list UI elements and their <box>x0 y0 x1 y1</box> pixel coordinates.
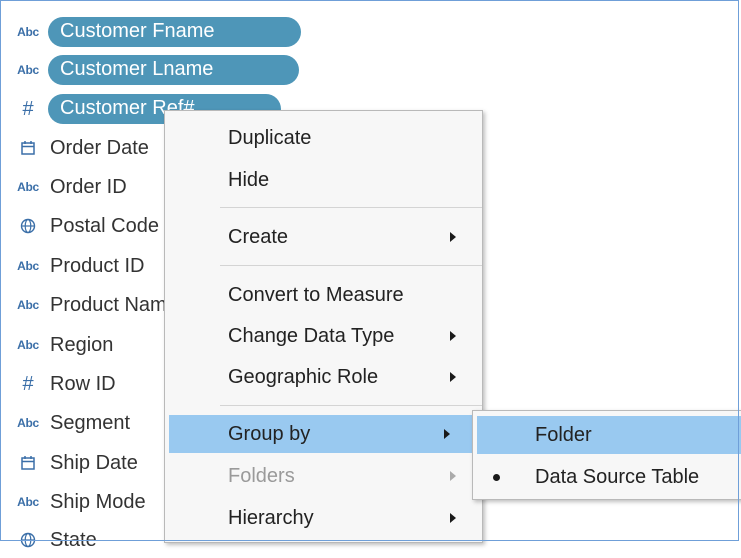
menu-item-hide[interactable]: Hide <box>165 161 482 199</box>
menu-item-geographic-role[interactable]: Geographic Role <box>165 358 482 396</box>
menu-item-change-data-type[interactable]: Change Data Type <box>165 317 482 355</box>
menu-separator <box>220 405 482 406</box>
menu-item-create[interactable]: Create <box>165 218 482 256</box>
menu-item-label: Data Source Table <box>535 465 700 488</box>
string-type-icon: Abc <box>17 25 39 39</box>
field-customer-fname[interactable]: Abc Customer Fname <box>10 14 330 50</box>
menu-item-label: Create <box>228 225 289 248</box>
menu-item-label: Duplicate <box>228 126 312 149</box>
string-type-icon: Abc <box>17 416 39 430</box>
field-label: Segment <box>50 411 131 434</box>
field-label: Customer Lname <box>48 55 300 85</box>
submenu-arrow-icon <box>450 372 456 382</box>
menu-item-label: Change Data Type <box>228 324 395 347</box>
date-type-icon <box>10 455 46 471</box>
submenu-arrow-icon <box>450 513 456 523</box>
field-label: Ship Mode <box>50 490 146 513</box>
menu-item-label: Folders <box>228 464 295 487</box>
group-by-submenu: Folder Data Source Table <box>472 410 741 500</box>
field-label: Order ID <box>50 175 127 198</box>
field-customer-lname[interactable]: Abc Customer Lname <box>10 52 330 88</box>
field-label: Postal Code <box>50 214 159 237</box>
field-label: Product ID <box>50 254 145 277</box>
submenu-arrow-icon <box>444 429 450 439</box>
field-label: Product Name <box>50 293 178 316</box>
string-type-icon: Abc <box>17 63 39 77</box>
string-type-icon: Abc <box>17 259 39 273</box>
field-label: Ship Date <box>50 451 138 474</box>
menu-separator <box>220 207 482 208</box>
selected-bullet-icon <box>493 473 500 481</box>
number-type-icon: # <box>22 97 34 120</box>
string-type-icon: Abc <box>17 180 39 194</box>
submenu-arrow-icon <box>450 471 456 481</box>
field-label: Customer Fname <box>48 17 301 47</box>
globe-icon <box>10 532 46 548</box>
menu-item-label: Geographic Role <box>228 365 379 388</box>
menu-item-duplicate[interactable]: Duplicate <box>165 119 482 157</box>
string-type-icon: Abc <box>17 495 39 509</box>
menu-separator <box>220 265 482 266</box>
submenu-arrow-icon <box>450 331 456 341</box>
menu-item-label: Convert to Measure <box>228 283 404 306</box>
menu-item-convert-to-measure[interactable]: Convert to Measure <box>165 276 482 314</box>
date-type-icon <box>10 140 46 156</box>
string-type-icon: Abc <box>17 298 39 312</box>
globe-icon <box>10 218 46 234</box>
menu-item-group-by[interactable]: Group by <box>169 415 476 453</box>
menu-item-label: Folder <box>535 423 592 446</box>
menu-item-hierarchy[interactable]: Hierarchy <box>165 499 482 537</box>
field-label: Region <box>50 333 114 356</box>
string-type-icon: Abc <box>17 338 39 352</box>
field-context-menu: Duplicate Hide Create Convert to Measure… <box>164 110 483 543</box>
menu-item-folders: Folders <box>165 457 482 495</box>
menu-item-label: Group by <box>228 422 311 445</box>
submenu-item-folder[interactable]: Folder <box>477 416 741 454</box>
field-label: Order Date <box>50 136 149 159</box>
menu-item-label: Hierarchy <box>228 506 314 529</box>
submenu-arrow-icon <box>450 232 456 242</box>
menu-item-label: Hide <box>228 168 270 191</box>
field-label: State <box>50 528 97 551</box>
number-type-icon: # <box>22 372 34 395</box>
submenu-item-data-source-table[interactable]: Data Source Table <box>473 458 741 496</box>
field-label: Row ID <box>50 372 116 395</box>
